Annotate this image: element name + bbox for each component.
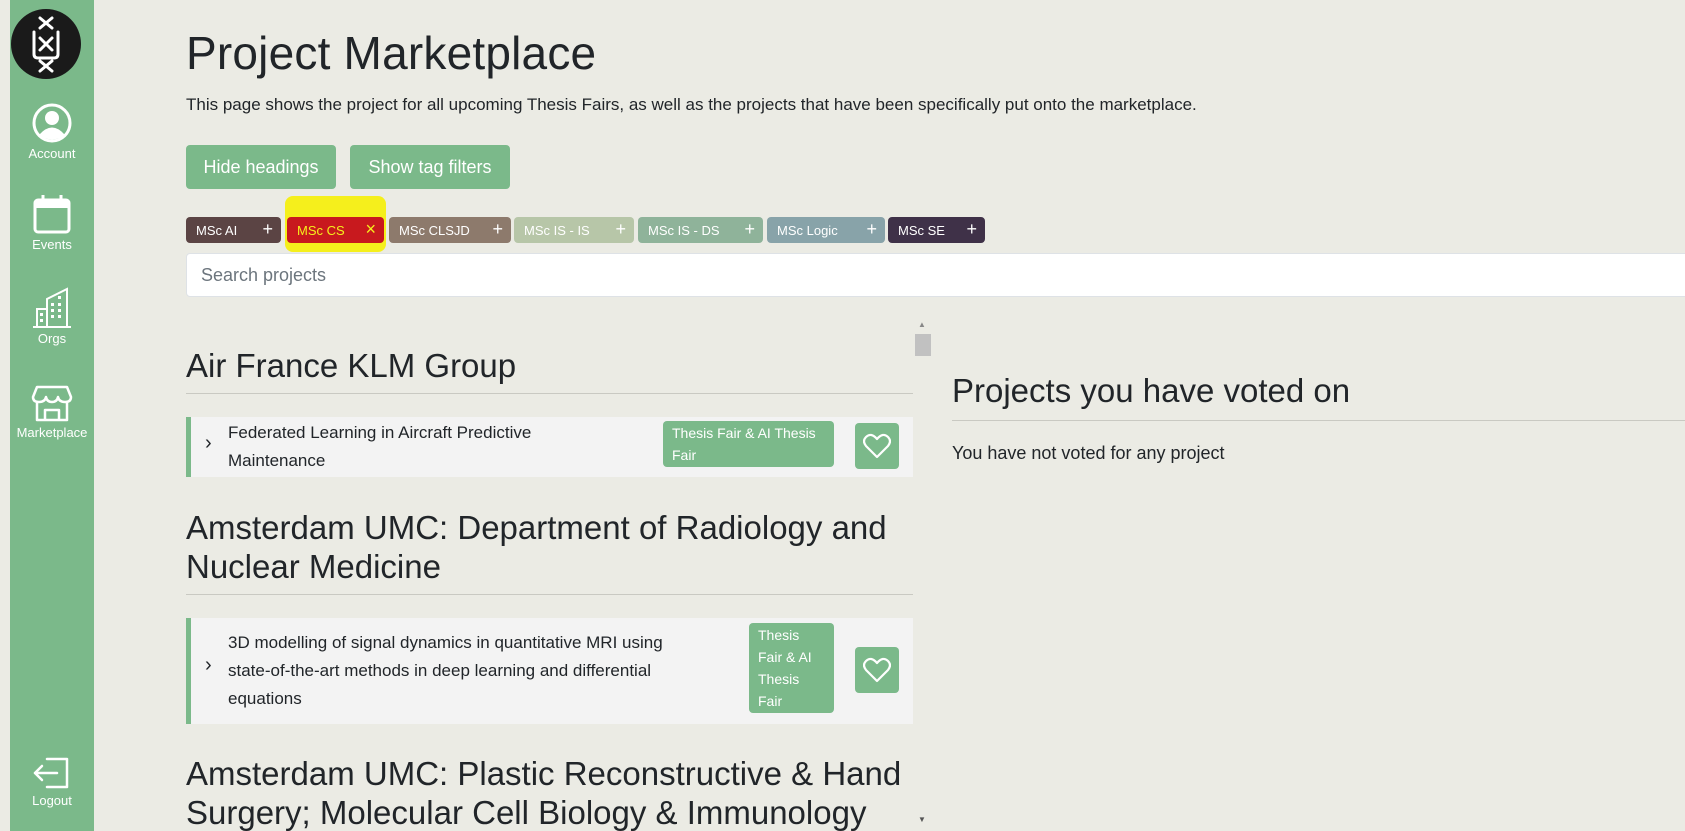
tag-msc-is-is[interactable]: MSc IS - IS + [514,217,634,243]
plus-icon: + [262,219,273,239]
tag-msc-ai[interactable]: MSc AI + [186,217,281,243]
sidebar-item-marketplace[interactable]: Marketplace [10,383,94,440]
voted-heading: Projects you have voted on [952,372,1351,409]
sidebar-item-label: Marketplace [16,425,88,440]
tag-msc-cs[interactable]: MSc CS × [287,217,384,243]
sidebar: Account Events Orgs Marketplace Logout [10,0,94,831]
scroll-down-icon[interactable]: ▼ [918,815,926,824]
calendar-icon [33,195,71,234]
org-heading: Air France KLM Group [186,347,517,384]
divider [186,594,913,595]
tag-label: MSc IS - IS [524,222,590,238]
sidebar-item-label: Account [28,146,76,161]
divider [186,393,913,394]
store-icon [31,385,73,422]
project-title: 3D modelling of signal dynamics in quant… [228,633,663,708]
page-title: Project Marketplace [186,27,597,79]
tag-msc-is-ds[interactable]: MSc IS - DS + [638,217,763,243]
sidebar-item-logout[interactable]: Logout [10,755,94,808]
divider [952,420,1685,421]
tag-label: MSc SE [898,222,945,238]
heart-icon [863,433,891,459]
building-icon [33,287,71,328]
main-content: Project Marketplace This page shows the … [186,0,1685,831]
project-card[interactable]: › Federated Learning in Aircraft Predict… [186,417,913,477]
sidebar-item-label: Events [32,237,72,252]
plus-icon: + [744,219,755,239]
hide-headings-button[interactable]: Hide headings [186,145,336,189]
search-input[interactable] [186,253,1685,297]
tag-label: MSc IS - DS [648,222,720,238]
logout-icon [33,757,69,789]
heart-icon [863,657,891,683]
tag-label: MSc CLSJD [399,222,470,238]
scroll-thumb[interactable] [915,334,931,356]
vote-button[interactable] [855,647,899,693]
tag-label: MSc Logic [777,222,838,238]
page-subtitle: This page shows the project for all upco… [186,95,1197,114]
plus-icon: + [492,219,503,239]
chevron-right-icon[interactable]: › [205,432,212,455]
event-badge: Thesis Fair & AI Thesis Fair [749,623,834,713]
plus-icon: + [615,219,626,239]
vote-button[interactable] [855,423,899,469]
plus-icon: + [966,219,977,239]
project-card[interactable]: › 3D modelling of signal dynamics in qua… [186,618,913,724]
tag-msc-se[interactable]: MSc SE + [888,217,985,243]
project-title: Federated Learning in Aircraft Predictiv… [228,423,532,470]
chevron-right-icon[interactable]: › [205,654,212,677]
sidebar-item-events[interactable]: Events [10,193,94,252]
sidebar-item-orgs[interactable]: Orgs [10,287,94,346]
user-circle-icon [32,103,72,143]
voted-panel: Projects you have voted on You have not … [952,372,1685,464]
tag-msc-clsjd[interactable]: MSc CLSJD + [389,217,511,243]
tag-msc-logic[interactable]: MSc Logic + [767,217,885,243]
show-tag-filters-button[interactable]: Show tag filters [350,145,510,189]
plus-icon: + [866,219,877,239]
sidebar-item-label: Orgs [37,331,67,346]
close-icon: × [365,219,376,239]
event-badge: Thesis Fair & AI Thesis Fair [663,421,834,467]
voted-empty-text: You have not voted for any project [952,443,1225,463]
sidebar-item-label: Logout [32,793,72,808]
project-list[interactable]: Air France KLM Group › Federated Learnin… [186,320,913,831]
tag-label: MSc AI [196,222,238,238]
tag-label: MSc CS [297,222,345,238]
org-heading: Amsterdam UMC: Plastic Reconstructive & … [186,755,902,831]
sidebar-item-account[interactable]: Account [10,102,94,161]
org-heading: Amsterdam UMC: Department of Radiology a… [186,509,887,585]
uva-logo-icon[interactable] [11,9,81,79]
scroll-up-icon[interactable]: ▲ [918,320,926,329]
scrollbar[interactable]: ▲ ▼ [913,320,931,831]
